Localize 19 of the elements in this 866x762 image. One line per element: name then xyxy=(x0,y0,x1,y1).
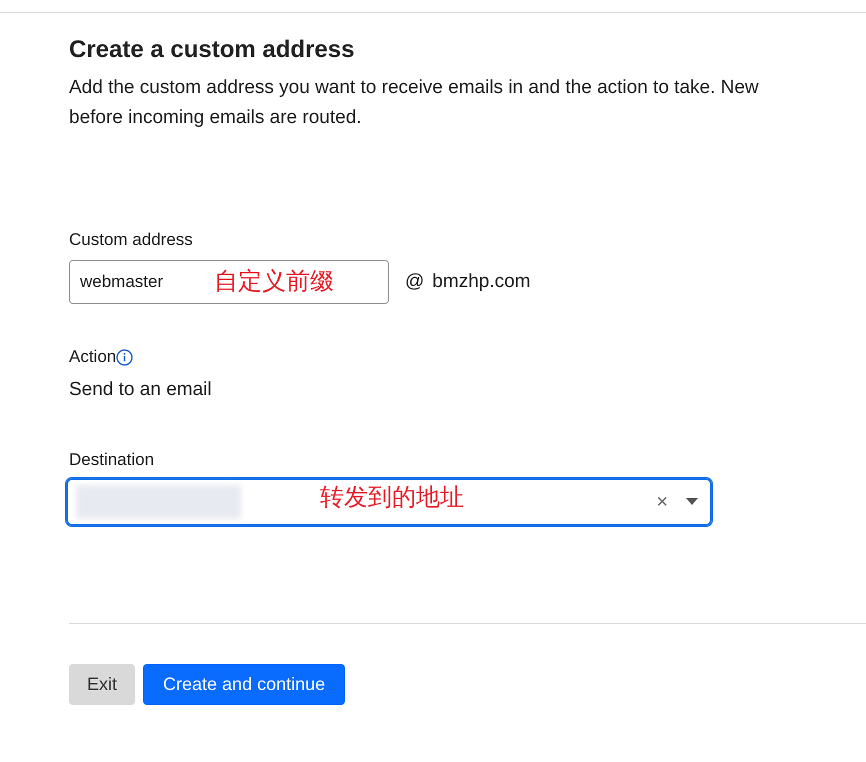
description-line: Add the custom address you want to receive emails in and the action to take. New xyxy=(69,76,760,100)
field-label: Action xyxy=(69,346,116,368)
description-line: before incoming emails are routed. xyxy=(69,106,363,130)
select-field[interactable]: 转发到的地址 × xyxy=(66,478,712,526)
field-label: Custom address xyxy=(69,229,194,251)
domain-text: bmzhp.com xyxy=(432,270,530,294)
exit-button[interactable]: Exit xyxy=(69,664,136,704)
caret-icon[interactable] xyxy=(686,498,698,505)
create-button[interactable]: Create and continue xyxy=(143,664,346,704)
annotation-text: 转发到的地址 xyxy=(320,486,464,510)
input-value: webmaster xyxy=(80,271,164,294)
page-title: Create a custom address xyxy=(69,35,356,65)
field-label: Destination xyxy=(69,448,156,470)
input-field[interactable]: webmaster 自定义前缀 xyxy=(69,260,389,304)
action-value: Send to an email xyxy=(69,378,213,402)
at-sign: @ xyxy=(405,270,424,294)
annotation-text: 自定义前缀 xyxy=(214,270,334,294)
clear-icon[interactable]: × xyxy=(656,486,668,516)
info-icon[interactable] xyxy=(116,348,134,366)
